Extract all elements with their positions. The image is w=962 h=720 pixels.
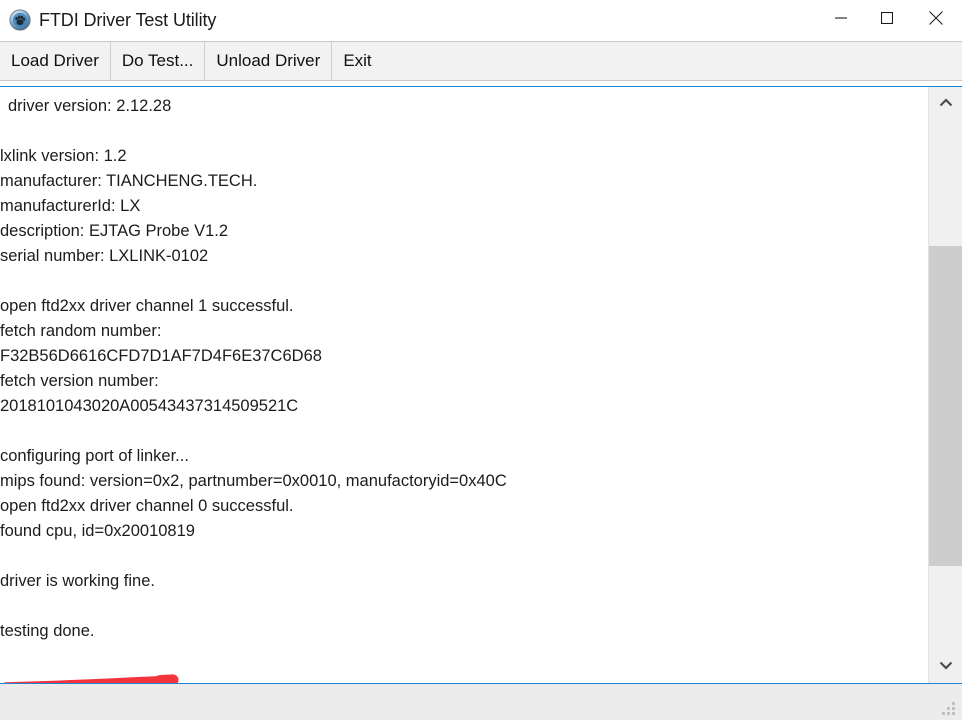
log-line-list: driver version: 2.12.28 lxlink version: 1… [0,94,928,644]
menu-item-unload-driver[interactable]: Unload Driver [205,42,333,80]
menu-item-label: Do Test... [121,51,194,70]
log-line: 2018101043020A00543437314509521C [0,397,299,415]
log-line: driver version: 2.12.28 [8,97,172,115]
resize-grip[interactable] [942,702,956,716]
log-line: lxlink version: 1.2 [0,147,127,165]
log-line: driver is working fine. [0,572,155,590]
menu-item-label: Exit [343,51,372,70]
scrollbar-thumb[interactable] [929,246,962,566]
menu-item-load-driver[interactable]: Load Driver [0,42,111,80]
log-line: open ftd2xx driver channel 1 successful. [0,297,294,315]
minimize-button[interactable] [818,0,864,40]
menu-bar: Load Driver Do Test... Unload Driver Exi… [0,41,962,81]
maximize-button[interactable] [864,0,910,40]
red-underline-annotation [3,674,179,683]
window-title: FTDI Driver Test Utility [39,9,217,30]
close-icon [929,10,943,30]
log-line-blank [0,269,928,294]
log-line: fetch version number: [0,372,159,390]
log-line: configuring port of linker... [0,447,189,465]
menu-item-label: Load Driver [11,51,99,70]
scrollbar-down-button[interactable] [929,649,962,683]
log-line: open ftd2xx driver channel 0 successful. [0,497,294,515]
log-output-panel: driver version: 2.12.28 lxlink version: 1… [0,86,962,684]
log-line-blank [0,119,928,144]
log-text-view[interactable]: driver version: 2.12.28 lxlink version: 1… [0,87,928,683]
window-controls [818,0,962,40]
scrollbar-up-button[interactable] [929,87,962,121]
log-line-blank [0,594,928,619]
window-bottom-strip [0,684,962,720]
minimize-icon [835,11,847,29]
log-line: serial number: LXLINK-0102 [0,247,209,265]
menu-item-exit[interactable]: Exit [332,42,382,80]
title-bar: FTDI Driver Test Utility [0,0,962,40]
log-line: manufacturer: TIANCHENG.TECH. [0,172,258,190]
log-line-blank [0,419,928,444]
log-line: manufacturerId: LX [0,197,141,215]
log-line: F32B56D6616CFD7D1AF7D4F6E37C6D68 [0,347,322,365]
log-line: mips found: version=0x2, partnumber=0x00… [0,472,507,490]
maximize-icon [880,11,894,29]
application-window: FTDI Driver Test Utility Load Driver Do … [0,0,962,684]
vertical-scrollbar[interactable] [928,87,962,683]
log-line: fetch random number: [0,322,162,340]
log-line-blank [0,544,928,569]
scrollbar-track[interactable] [929,121,962,649]
log-line: found cpu, id=0x20010819 [0,522,195,540]
log-line: testing done. [0,622,95,640]
paw-app-icon [9,9,31,31]
chevron-up-icon [939,95,953,113]
log-line: description: EJTAG Probe V1.2 [0,222,229,240]
chevron-down-icon [939,657,953,675]
menu-item-do-test[interactable]: Do Test... [111,42,206,80]
menu-item-label: Unload Driver [216,51,321,70]
close-button[interactable] [910,0,962,40]
